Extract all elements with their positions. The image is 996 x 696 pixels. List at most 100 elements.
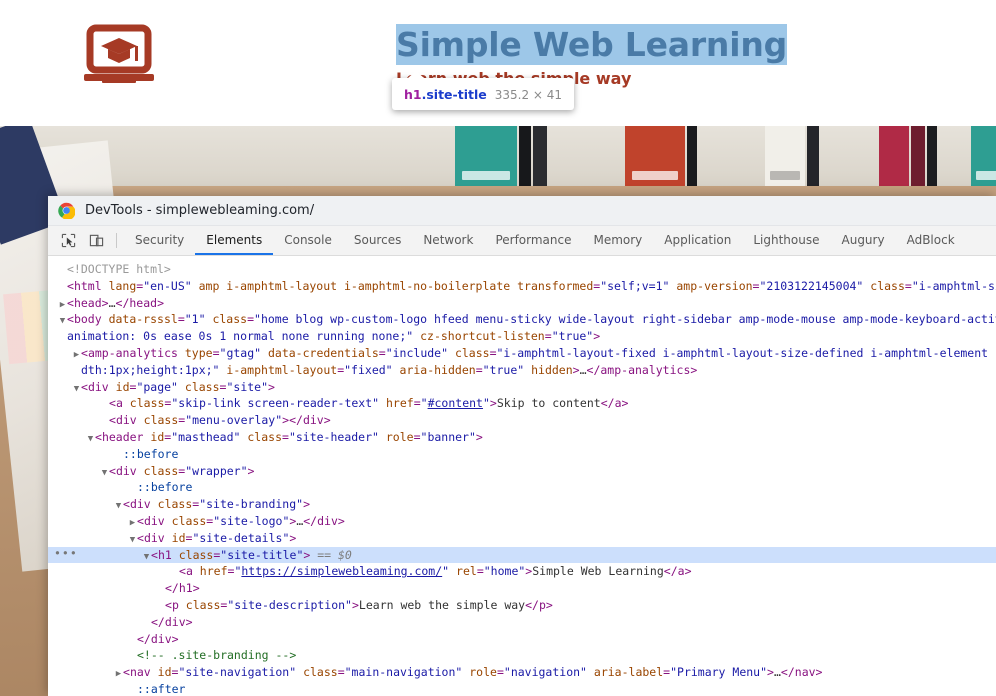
dom-token-punc: < <box>81 379 88 394</box>
tab-elements[interactable]: Elements <box>195 226 274 255</box>
dom-token-punc: > <box>323 413 331 428</box>
dom-token-val: "site-title" <box>220 547 304 562</box>
dom-token-punc: </ <box>137 631 151 646</box>
dom-row[interactable]: <a class="skip-link screen-reader-text" … <box>48 395 996 412</box>
dom-token-doctype: <!DOCTYPE html> <box>67 262 171 276</box>
dom-token-attr: role <box>462 665 497 680</box>
dom-row[interactable]: <div class="menu-overlay"></div> <box>48 412 996 429</box>
dom-token-punc: > <box>268 379 275 394</box>
device-toolbar-icon[interactable] <box>82 226 110 255</box>
dom-token-val: "true" <box>482 362 525 377</box>
tab-console[interactable]: Console <box>273 226 343 255</box>
tab-memory[interactable]: Memory <box>582 226 653 255</box>
dom-line: <a class="skip-link screen-reader-text" … <box>48 395 996 412</box>
dom-row[interactable]: <div class="wrapper"> <box>48 463 996 480</box>
dom-token-attr: class <box>205 312 248 327</box>
dom-line: </div> <box>48 614 996 631</box>
dom-token-tag: a <box>185 564 193 579</box>
dom-row[interactable]: ::before <box>48 479 996 496</box>
inspect-tooltip: h1.site-title 335.2 × 41 <box>392 71 575 110</box>
dom-row[interactable]: <a href="https://simplewebleaming.com/" … <box>48 563 996 580</box>
dom-token-attr: class <box>177 379 220 394</box>
dom-token-val: "include" <box>385 345 449 360</box>
dom-row[interactable]: <header id="masthead" class="site-header… <box>48 429 996 446</box>
site-title-link[interactable]: Simple Web Learning <box>396 25 787 64</box>
tab-lighthouse[interactable]: Lighthouse <box>742 226 830 255</box>
dom-row-selected[interactable]: •••<h1 class="site-title"> == $0 <box>48 545 996 564</box>
dom-token-tag: nav <box>794 665 816 680</box>
dom-token-val: "i-amphtml-layout-fixed i-amphtml-layout… <box>496 345 996 360</box>
dom-line: <html lang="en-US" amp i-amphtml-layout … <box>48 278 996 295</box>
tab-security[interactable]: Security <box>124 226 195 255</box>
dom-token-attr: class <box>296 665 338 680</box>
dom-token-punc: < <box>165 597 172 612</box>
dom-line: dth:1px;height:1px;" i-amphtml-layout = "f… <box>48 362 996 379</box>
devtools-window-title: DevTools - simplewebleaming.com/ <box>85 203 315 218</box>
dom-token-punc: = <box>337 665 345 680</box>
dom-row[interactable]: animation: 0s ease 0s 1 normal none runn… <box>48 328 996 345</box>
dom-token-punc: < <box>137 513 144 528</box>
tab-performance[interactable]: Performance <box>484 226 582 255</box>
dom-row[interactable]: <amp-analytics type="gtag" data-credenti… <box>48 345 996 362</box>
site-logo[interactable] <box>80 24 158 86</box>
tab-adblock[interactable]: AdBlock <box>896 226 966 255</box>
dom-token-val: "masthead" <box>171 429 241 444</box>
dom-row[interactable]: <!-- .site-branding --> <box>48 647 996 664</box>
dom-row[interactable]: <html lang="en-US" amp i-amphtml-layout … <box>48 278 996 295</box>
dom-row[interactable]: <body data-rsssl="1" class="home blog wp… <box>48 311 996 328</box>
dom-row[interactable]: </div> <box>48 631 996 648</box>
inspect-element-icon[interactable] <box>54 226 82 255</box>
dom-token-punc: < <box>95 429 102 444</box>
dom-token-val: "menu-overlay" <box>185 413 283 428</box>
dom-token-punc: < <box>179 564 186 579</box>
tab-network[interactable]: Network <box>412 226 484 255</box>
dom-line: <p class="site-description">Learn web th… <box>48 597 996 614</box>
dom-row-overflow-dots[interactable]: ••• <box>54 545 78 562</box>
dom-token-punc: </ <box>780 665 795 680</box>
dom-token-val: "navigation" <box>503 665 587 680</box>
dom-token-punc: > <box>545 597 553 612</box>
dom-token-val: "site-header" <box>288 429 379 444</box>
dom-row[interactable]: <p class="site-description">Learn web th… <box>48 597 996 614</box>
dom-token-val: "home" <box>483 564 526 579</box>
dom-row[interactable]: <div class="site-branding"> <box>48 496 996 513</box>
dom-token-link[interactable]: https://simplewebleaming.com/ <box>241 564 442 578</box>
dom-tree-panel[interactable]: <!DOCTYPE html> <html lang="en-US" amp i-… <box>48 256 996 693</box>
dom-token-tag: div <box>129 497 151 512</box>
tab-sources[interactable]: Sources <box>343 226 412 255</box>
dom-token-text: Learn web the simple way <box>358 597 526 612</box>
dom-row[interactable]: ::after <box>48 681 996 693</box>
dom-token-val: "site-navigation" <box>178 665 297 680</box>
dom-token-punc: </ <box>115 295 130 310</box>
dom-row[interactable]: <nav id="site-navigation" class="main-na… <box>48 664 996 681</box>
dom-row[interactable]: ::before <box>48 446 996 463</box>
dom-token-pseudo: ::before <box>137 480 193 495</box>
dom-token-attr: role <box>378 429 414 444</box>
dom-token-punc: = <box>496 665 504 680</box>
dom-row[interactable]: dth:1px;height:1px;" i-amphtml-layout = "f… <box>48 362 996 379</box>
dom-row[interactable]: <!DOCTYPE html> <box>48 261 996 278</box>
dom-token-punc: = <box>904 278 912 293</box>
dom-token-val: "site-logo" <box>213 513 290 528</box>
tab-augury[interactable]: Augury <box>831 226 896 255</box>
dom-token-attr: class <box>178 597 221 612</box>
dom-row[interactable]: <div id="page" class="site"> <box>48 379 996 396</box>
dom-row[interactable]: <div id="site-details"> <box>48 530 996 547</box>
site-title-highlight: Simple Web Learning <box>396 24 787 65</box>
dom-token-link[interactable]: #content <box>428 396 483 410</box>
dom-token-comment: <!-- .site-branding --> <box>137 648 297 663</box>
dom-token-attr: class <box>448 345 490 360</box>
dom-token-attr: id <box>108 379 130 394</box>
dom-row[interactable]: <div class="site-logo">…</div> <box>48 513 996 530</box>
dom-token-punc: </ <box>586 362 601 377</box>
dom-token-tag: a <box>614 396 622 411</box>
dom-row[interactable]: <head>…</head> <box>48 295 996 312</box>
dom-token-punc: = <box>413 429 421 444</box>
devtools-titlebar: DevTools - simplewebleaming.com/ <box>48 196 996 226</box>
dom-token-tag: amp-analytics <box>600 362 691 377</box>
tab-application[interactable]: Application <box>653 226 742 255</box>
toolbar-divider <box>116 233 117 248</box>
dom-row[interactable]: </h1> <box>48 580 996 597</box>
dom-row[interactable]: </div> <box>48 614 996 631</box>
chrome-logo-icon <box>58 202 75 219</box>
